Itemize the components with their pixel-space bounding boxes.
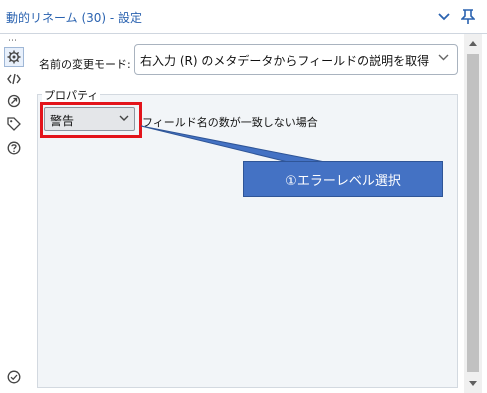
check-circle-icon — [7, 370, 21, 384]
window-edge — [482, 34, 487, 393]
rename-mode-label: 名前の変更モード: — [39, 58, 131, 71]
highlight-box — [40, 102, 142, 138]
help-icon — [7, 141, 21, 155]
pin-icon — [461, 9, 475, 24]
arrow-up-icon — [469, 41, 477, 46]
sidebar-item-help[interactable] — [5, 139, 23, 157]
sidebar-item-configuration[interactable] — [4, 47, 24, 67]
tag-icon — [7, 117, 21, 131]
connection-icon — [7, 94, 21, 108]
scroll-up-button[interactable] — [464, 34, 482, 52]
pin-button[interactable] — [457, 5, 479, 29]
sidebar-item-connections[interactable] — [5, 92, 23, 110]
gear-icon — [7, 50, 21, 64]
field-count-mismatch-label: フィールド名の数が一致しない場合 — [142, 116, 318, 129]
chevron-down-icon — [438, 13, 450, 21]
sidebar-item-code[interactable] — [5, 70, 23, 88]
callout-box: ①エラーレベル選択 — [243, 161, 443, 197]
sidebar-item-annotation[interactable] — [5, 115, 23, 133]
overflow-indicator: ⋯ — [8, 36, 18, 46]
window-title: 動的リネーム (30) - 設定 — [6, 11, 143, 25]
chevron-down-icon — [438, 54, 449, 61]
rename-mode-value: 右入力 (R) のメタデータからフィールドの説明を取得 — [140, 54, 430, 68]
rename-mode-dropdown[interactable]: 右入力 (R) のメタデータからフィールドの説明を取得 — [134, 44, 458, 75]
properties-legend: プロパティ — [42, 87, 101, 103]
collapse-button[interactable] — [433, 5, 455, 29]
scroll-down-button[interactable] — [464, 375, 482, 393]
status-ok — [5, 368, 23, 386]
title-bar: 動的リネーム (30) - 設定 — [0, 0, 487, 34]
scroll-thumb[interactable] — [467, 54, 479, 372]
properties-group — [37, 94, 458, 388]
vertical-scrollbar[interactable] — [464, 34, 482, 393]
callout-text: ①エラーレベル選択 — [285, 173, 401, 189]
arrow-down-icon — [469, 381, 477, 386]
tool-sidebar: ⋯ — [0, 34, 28, 393]
code-icon — [7, 73, 21, 85]
